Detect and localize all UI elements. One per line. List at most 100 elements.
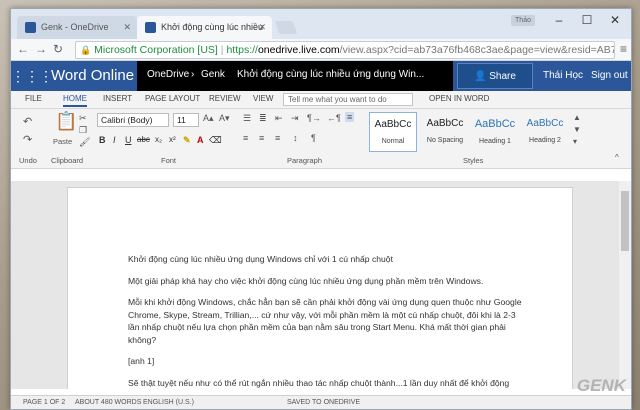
reload-icon[interactable]: ↻ — [53, 42, 63, 56]
style-name: Heading 2 — [529, 137, 561, 144]
document-page[interactable]: Khởi động cùng lúc nhiều ứng dụng Window… — [67, 187, 573, 389]
app-name[interactable]: Word Online — [51, 67, 134, 84]
numbering-icon[interactable]: ≣ — [259, 113, 267, 124]
copy-icon[interactable]: ❐ — [79, 125, 87, 136]
tab-home[interactable]: HOME — [63, 94, 87, 107]
user-name[interactable]: Thái Học — [543, 70, 583, 81]
font-color-icon[interactable]: A — [197, 135, 204, 145]
shrink-font-icon[interactable]: A▾ — [219, 113, 230, 124]
forward-icon[interactable]: → — [35, 42, 47, 56]
back-icon[interactable]: ← — [17, 42, 29, 56]
style-heading-2[interactable]: AaBbCc Heading 2 — [521, 112, 569, 152]
superscript-button[interactable]: x² — [169, 135, 176, 144]
style-no-spacing[interactable]: AaBbCc No Spacing — [421, 112, 469, 152]
undo-icon[interactable]: ↶ — [23, 115, 32, 128]
paragraph[interactable]: Một giải pháp khá hay cho việc khởi động… — [128, 275, 526, 288]
styles-more-icon[interactable]: ▾ — [573, 137, 577, 146]
style-sample: AaBbCc — [374, 119, 412, 130]
word-count: ABOUT 480 WORDS — [75, 399, 142, 406]
save-status: SAVED TO ONEDRIVE — [287, 399, 361, 406]
tab-genk-onedrive[interactable]: Genk - OneDrive ✕ — [17, 16, 137, 39]
group-undo: Undo — [19, 156, 37, 165]
close-icon[interactable]: ✕ — [258, 16, 266, 39]
justify-icon[interactable]: ≡ — [275, 133, 280, 143]
sign-out-link[interactable]: Sign out — [591, 70, 628, 81]
bold-button[interactable]: B — [99, 135, 106, 145]
vertical-scrollbar[interactable] — [619, 181, 631, 389]
align-right-icon[interactable]: ≡ — [259, 133, 264, 143]
tab-page-layout[interactable]: PAGE LAYOUT — [145, 94, 200, 103]
onedrive-icon — [25, 22, 36, 33]
decrease-indent-icon[interactable]: ⇤ — [275, 113, 283, 124]
align-left-icon[interactable]: ≡ — [345, 112, 355, 122]
browser-window: Genk - OneDrive ✕ Khởi động cùng lúc nhi… — [10, 8, 632, 410]
tab-file[interactable]: FILE — [25, 94, 42, 103]
paragraph[interactable]: Mỗi khi khởi động Windows, chắc hẳn bạn … — [128, 296, 526, 346]
ribbon: ↶ ↷ Undo 📋 Paste ✂ ❐ 🖌 Clipboard Calibri… — [11, 109, 631, 169]
document-title[interactable]: Khởi động cùng lúc nhiều ứng dụng Win... — [237, 69, 424, 80]
scrollbar-thumb[interactable] — [621, 191, 629, 251]
breadcrumb-genk[interactable]: Genk — [201, 69, 225, 80]
style-name: No Spacing — [426, 137, 464, 144]
breadcrumb-onedrive[interactable]: OneDrive — [147, 69, 189, 80]
line-spacing-icon[interactable]: ↕ — [293, 133, 298, 143]
language[interactable]: ENGLISH (U.S.) — [143, 399, 194, 406]
style-name: Heading 1 — [479, 138, 511, 145]
styles-scroll-down-icon[interactable]: ▼ — [573, 125, 581, 134]
tab-review[interactable]: REVIEW — [209, 94, 241, 103]
font-name-select[interactable]: Calibri (Body) — [97, 113, 169, 127]
paragraph[interactable]: Sẽ thật tuyệt nếu như có thể rút ngắn nh… — [128, 377, 526, 390]
bullets-icon[interactable]: ☰ — [243, 113, 251, 124]
underline-button[interactable]: U — [125, 135, 132, 145]
styles-scroll-up-icon[interactable]: ▲ — [573, 113, 581, 122]
font-size-select[interactable]: 11 — [173, 113, 199, 127]
new-tab-button[interactable] — [274, 21, 298, 34]
style-sample: AaBbCc — [526, 118, 564, 129]
breadcrumb-separator: › — [191, 69, 195, 80]
tab-view[interactable]: VIEW — [253, 94, 273, 103]
align-center-icon[interactable]: ≡ — [243, 133, 248, 143]
ev-certificate-name[interactable]: Microsoft Corporation [US] — [94, 44, 218, 56]
document-title-line[interactable]: Khởi động cùng lúc nhiều ứng dụng Window… — [128, 253, 526, 266]
close-icon[interactable]: ✕ — [123, 16, 131, 39]
paste-label[interactable]: Paste — [53, 137, 72, 146]
tab-insert[interactable]: INSERT — [103, 94, 132, 103]
app-launcher-icon[interactable]: ⋮⋮⋮ — [11, 61, 53, 91]
url-scheme: https:// — [226, 44, 258, 56]
format-painter-icon[interactable]: 🖌 — [79, 137, 90, 148]
close-window-icon[interactable]: ✕ — [605, 13, 625, 27]
highlight-color-icon[interactable]: ✎ — [183, 135, 191, 146]
increase-indent-icon[interactable]: ⇥ — [291, 113, 299, 124]
show-formatting-icon[interactable]: ¶ — [311, 133, 316, 143]
document-body[interactable]: Khởi động cùng lúc nhiều ứng dụng Window… — [128, 253, 526, 389]
minimize-icon[interactable]: – — [549, 13, 569, 27]
document-area: Khởi động cùng lúc nhiều ứng dụng Window… — [11, 181, 631, 389]
italic-button[interactable]: I — [113, 135, 116, 145]
tab-strip: Genk - OneDrive ✕ Khởi động cùng lúc nhi… — [11, 9, 631, 39]
tab-open-in-word[interactable]: OPEN IN WORD — [429, 94, 489, 103]
rtl-icon[interactable]: ←¶ — [327, 113, 341, 123]
cut-icon[interactable]: ✂ — [79, 113, 87, 124]
browser-menu-icon[interactable]: ≡ — [620, 42, 627, 56]
profile-chip[interactable]: Thảo — [511, 15, 535, 26]
style-heading-1[interactable]: AaBbCc Heading 1 — [471, 112, 519, 152]
strikethrough-button[interactable]: abc — [137, 135, 150, 144]
paragraph[interactable]: [anh 1] — [128, 355, 526, 368]
collapse-ribbon-icon[interactable]: ^ — [615, 153, 619, 162]
grow-font-icon[interactable]: A▴ — [203, 113, 214, 124]
ltr-icon[interactable]: ¶→ — [307, 113, 321, 123]
subscript-button[interactable]: x₂ — [155, 135, 162, 144]
status-bar: PAGE 1 OF 2 ABOUT 480 WORDS ENGLISH (U.S… — [11, 395, 631, 409]
tell-me-input[interactable]: Tell me what you want to do — [283, 93, 413, 106]
redo-icon[interactable]: ↷ — [23, 133, 32, 146]
paste-icon[interactable]: 📋 — [55, 111, 77, 132]
tab-label: Genk - OneDrive — [41, 22, 109, 32]
style-normal[interactable]: AaBbCc Normal — [369, 112, 417, 152]
url-input[interactable]: 🔒 Microsoft Corporation [US] | https://o… — [75, 41, 615, 59]
maximize-icon[interactable]: ☐ — [577, 13, 597, 27]
clear-formatting-icon[interactable]: ⌫ — [209, 135, 222, 146]
share-button[interactable]: 👤 Share — [457, 63, 533, 89]
tab-document[interactable]: Khởi động cùng lúc nhiều ✕ — [137, 16, 272, 39]
page-count: PAGE 1 OF 2 — [23, 399, 66, 406]
group-styles: Styles — [463, 156, 484, 165]
